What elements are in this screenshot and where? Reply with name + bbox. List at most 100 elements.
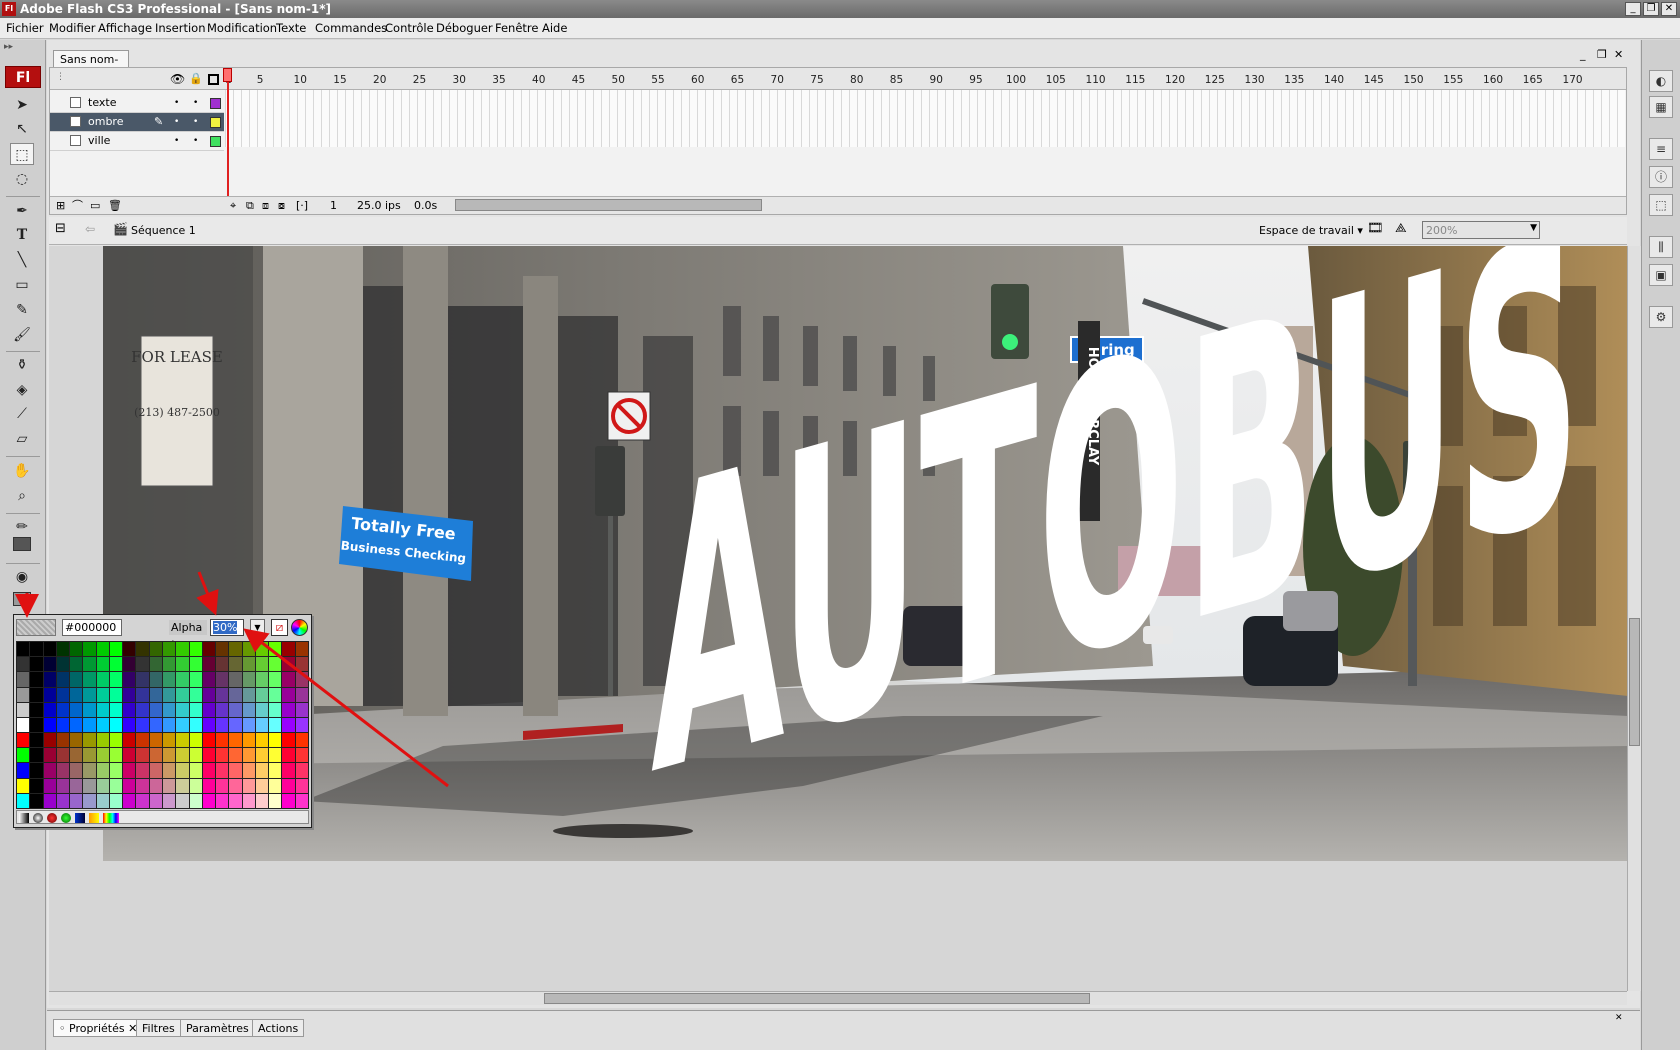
color-swatch[interactable] (70, 657, 83, 672)
ink-bottle-tool-icon[interactable]: ⚱ (10, 354, 34, 376)
color-swatch[interactable] (216, 763, 229, 778)
color-swatch[interactable] (242, 672, 255, 687)
color-swatch[interactable] (189, 763, 202, 778)
color-swatch[interactable] (229, 717, 242, 733)
color-swatch[interactable] (216, 793, 229, 808)
color-swatch[interactable] (202, 778, 216, 793)
color-swatch[interactable] (295, 717, 308, 733)
color-swatch[interactable] (202, 642, 216, 657)
color-swatch[interactable] (216, 748, 229, 763)
color-swatch[interactable] (229, 657, 242, 672)
selection-tool-icon[interactable]: ➤ (10, 94, 34, 116)
color-swatch[interactable] (136, 778, 149, 793)
color-swatch[interactable] (229, 763, 242, 778)
gradient-swatch-row[interactable] (16, 810, 309, 824)
color-swatch[interactable] (17, 687, 30, 702)
color-swatch[interactable] (30, 717, 43, 733)
alpha-dropdown-icon[interactable]: ▼ (250, 619, 265, 636)
color-swatch[interactable] (295, 702, 308, 717)
panel-grip-icon[interactable]: ▸▸ (4, 42, 13, 52)
color-swatch[interactable] (149, 672, 162, 687)
frame-grid[interactable] (225, 90, 1625, 147)
color-wheel-icon[interactable] (291, 619, 308, 636)
color-swatch[interactable] (43, 672, 56, 687)
color-swatch[interactable] (282, 642, 295, 657)
color-swatch[interactable] (123, 642, 136, 657)
color-swatch[interactable] (255, 717, 269, 733)
info-panel-icon[interactable]: ⓘ (1649, 166, 1673, 188)
tab-properties[interactable]: ◦ Propriétés ✕ (53, 1019, 144, 1037)
color-swatch[interactable] (149, 793, 162, 808)
visibility-dot[interactable]: • (174, 132, 179, 150)
color-swatch[interactable] (17, 778, 30, 793)
color-swatch[interactable] (229, 687, 242, 702)
color-swatch[interactable] (269, 793, 282, 808)
color-swatch[interactable] (229, 672, 242, 687)
close-button[interactable]: ✕ (1661, 2, 1677, 16)
tab-actions[interactable]: Actions (252, 1019, 305, 1037)
alpha-input[interactable]: 30% (210, 619, 244, 636)
eraser-tool-icon[interactable]: ▱ (10, 428, 34, 450)
color-swatch[interactable] (202, 702, 216, 717)
color-swatch[interactable] (70, 763, 83, 778)
color-swatch[interactable] (70, 672, 83, 687)
lock-dot[interactable]: • (193, 94, 198, 112)
color-swatch[interactable] (176, 657, 189, 672)
minimize-button[interactable]: _ (1625, 2, 1641, 16)
menu-texte[interactable]: Texte (276, 21, 306, 35)
color-swatch[interactable] (282, 793, 295, 808)
color-swatch[interactable] (162, 717, 176, 733)
scene-name[interactable]: Séquence 1 (131, 224, 196, 237)
color-swatch[interactable] (43, 717, 56, 733)
color-swatch[interactable] (109, 733, 123, 748)
stroke-color-swatch[interactable] (10, 533, 34, 555)
color-swatch[interactable] (216, 687, 229, 702)
onion-outline-icon[interactable]: ⧈ (262, 197, 269, 214)
doc-minimize-icon[interactable]: _ (1580, 48, 1586, 61)
color-swatch[interactable] (96, 702, 109, 717)
color-swatch[interactable] (43, 778, 56, 793)
color-swatch[interactable] (282, 657, 295, 672)
color-swatch[interactable] (70, 778, 83, 793)
color-swatch[interactable] (216, 657, 229, 672)
no-color-icon[interactable]: ⧄ (271, 619, 288, 636)
color-swatch[interactable] (189, 642, 202, 657)
color-swatch[interactable] (70, 687, 83, 702)
chevron-down-icon[interactable]: ▼ (1530, 223, 1537, 233)
color-swatch[interactable] (216, 642, 229, 657)
workspace-menu[interactable]: Espace de travail ▾ (1259, 224, 1363, 237)
color-swatch[interactable] (189, 672, 202, 687)
color-swatch[interactable] (56, 733, 70, 748)
color-swatch[interactable] (269, 657, 282, 672)
color-swatch[interactable] (295, 763, 308, 778)
color-swatch[interactable] (282, 763, 295, 778)
color-swatch[interactable] (136, 748, 149, 763)
transform-panel-icon[interactable]: ⬚ (1649, 194, 1673, 216)
color-swatch[interactable] (30, 687, 43, 702)
color-swatch[interactable] (17, 793, 30, 808)
color-swatch[interactable] (17, 702, 30, 717)
menu-insertion[interactable]: Insertion (155, 21, 206, 35)
color-swatch[interactable] (96, 763, 109, 778)
doc-close-icon[interactable]: ✕ (1614, 48, 1623, 61)
color-swatch[interactable] (202, 672, 216, 687)
brush-tool-icon[interactable]: 🖌 (10, 324, 34, 346)
color-swatch[interactable] (282, 717, 295, 733)
color-swatch[interactable] (242, 763, 255, 778)
color-swatch[interactable] (109, 657, 123, 672)
color-swatch[interactable] (269, 763, 282, 778)
color-swatch[interactable] (43, 733, 56, 748)
color-swatch[interactable] (216, 733, 229, 748)
edit-multiple-frames-icon[interactable]: ⧇ (278, 197, 285, 214)
delete-layer-icon[interactable]: 🗑 (108, 197, 122, 214)
color-swatch[interactable] (83, 702, 96, 717)
gradient-swatch[interactable] (103, 813, 119, 823)
eyedropper-tool-icon[interactable]: ⟋ (10, 403, 34, 425)
color-swatch[interactable] (202, 717, 216, 733)
doc-restore-icon[interactable]: ❐ (1597, 48, 1607, 61)
color-swatch[interactable] (43, 793, 56, 808)
color-swatch[interactable] (269, 702, 282, 717)
color-swatch[interactable] (109, 763, 123, 778)
restore-button[interactable]: ❐ (1643, 2, 1659, 16)
lock-dot[interactable]: • (193, 132, 198, 150)
